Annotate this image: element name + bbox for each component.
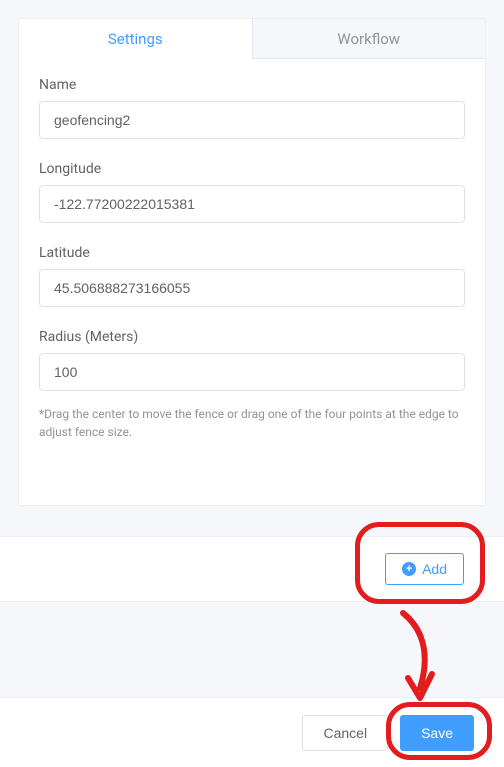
field-radius: Radius (Meters): [39, 329, 465, 391]
cancel-button[interactable]: Cancel: [302, 715, 388, 751]
save-button[interactable]: Save: [400, 715, 474, 751]
latitude-input[interactable]: [39, 269, 465, 307]
tabs: Settings Workflow: [19, 19, 485, 59]
tab-settings[interactable]: Settings: [19, 19, 253, 59]
tab-workflow[interactable]: Workflow: [253, 19, 486, 58]
settings-card: Settings Workflow Name Longitude Latitud…: [18, 18, 486, 506]
settings-panel: Name Longitude Latitude Radius (Meters) …: [19, 59, 485, 441]
add-bar: + Add: [0, 536, 504, 602]
longitude-input[interactable]: [39, 185, 465, 223]
name-label: Name: [39, 77, 465, 93]
radius-input[interactable]: [39, 353, 465, 391]
annotation-arrow: [388, 608, 448, 708]
plus-icon: +: [402, 562, 416, 576]
field-longitude: Longitude: [39, 161, 465, 223]
add-button[interactable]: + Add: [385, 553, 464, 585]
field-name: Name: [39, 77, 465, 139]
add-button-label: Add: [422, 561, 447, 577]
field-latitude: Latitude: [39, 245, 465, 307]
footer-bar: Cancel Save: [0, 697, 504, 767]
drag-hint: *Drag the center to move the fence or dr…: [39, 405, 465, 441]
name-input[interactable]: [39, 101, 465, 139]
longitude-label: Longitude: [39, 161, 465, 177]
radius-label: Radius (Meters): [39, 329, 465, 345]
latitude-label: Latitude: [39, 245, 465, 261]
